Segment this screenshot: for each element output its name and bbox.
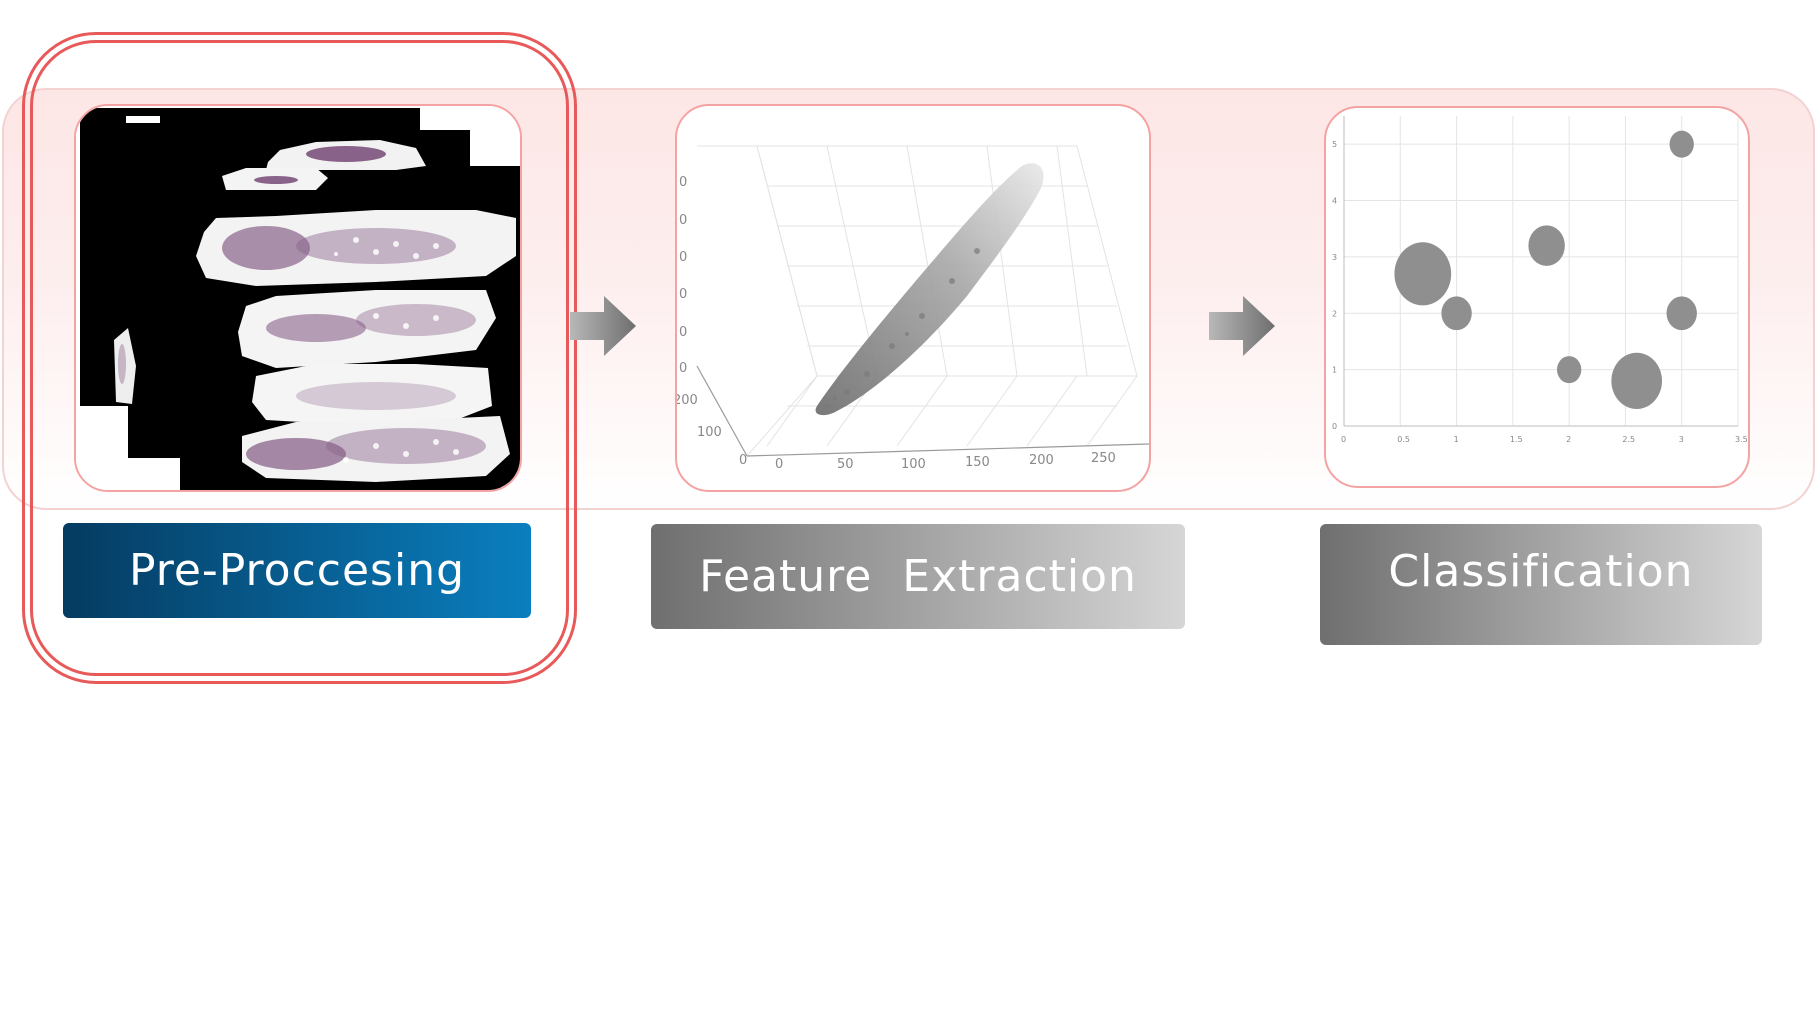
x-tick-label: 1.5 — [1510, 435, 1523, 444]
step-classification-label[interactable]: Classification — [1320, 524, 1762, 645]
x-tick-label: 2 — [1566, 435, 1571, 444]
feature-extraction-plot-panel: 0 50 100 150 200 250 0 100 200 0 0 0 0 0… — [675, 104, 1151, 492]
bubble-point — [1394, 242, 1452, 306]
arrow-right-icon — [1209, 296, 1275, 356]
bubble-point — [1666, 296, 1697, 331]
y-tick-label: 1 — [1332, 366, 1337, 375]
y-tick-label: 3 — [1332, 253, 1337, 262]
bubble-point — [1441, 296, 1472, 331]
y-tick-label: 0 — [1332, 422, 1337, 431]
z-tick: 0 — [679, 250, 687, 265]
arrow-right-icon — [570, 296, 636, 356]
point-cloud — [815, 163, 1044, 416]
step-preprocessing-label[interactable]: Pre-Proccesing — [63, 523, 531, 618]
classification-bubble-chart: 0 0.5 1 1.5 2 2.5 3 3.5 0 1 2 3 4 5 — [1332, 116, 1748, 444]
step-classification-text: Classification — [1388, 546, 1694, 597]
x-tick-label: 0 — [1341, 435, 1346, 444]
x-tick: 200 — [1029, 453, 1054, 468]
bubble-point — [1669, 130, 1694, 158]
x-tick-label: 0.5 — [1397, 435, 1410, 444]
x-tick: 100 — [901, 457, 926, 472]
y-tick-label: 5 — [1332, 140, 1337, 149]
x-tick: 150 — [965, 455, 990, 470]
bubble-point — [1528, 225, 1565, 266]
y-tick: 200 — [677, 393, 698, 408]
y-tick-label: 4 — [1332, 197, 1337, 206]
z-tick: 0 — [679, 213, 687, 228]
x-tick-label: 1 — [1454, 435, 1459, 444]
x-tick: 0 — [775, 457, 783, 472]
z-tick: 0 — [679, 175, 687, 190]
step-feature-extraction-label[interactable]: Feature Extraction — [651, 524, 1185, 629]
step-preprocessing-text: Pre-Proccesing — [128, 545, 466, 596]
bubble-point — [1556, 356, 1582, 384]
feature-3d-scatter: 0 50 100 150 200 250 0 100 200 0 0 0 0 0… — [677, 145, 1149, 472]
x-tick: 50 — [837, 457, 854, 472]
x-tick-label: 2.5 — [1622, 435, 1635, 444]
x-tick-label: 3.5 — [1735, 435, 1748, 444]
y-tick: 0 — [739, 453, 747, 468]
classification-plot-panel: 0 0.5 1 1.5 2 2.5 3 3.5 0 1 2 3 4 5 — [1324, 106, 1750, 488]
bubble-point — [1611, 352, 1663, 410]
x-tick-label: 3 — [1679, 435, 1684, 444]
step-feature-extraction-text: Feature Extraction — [699, 551, 1137, 602]
y-tick: 100 — [697, 425, 722, 440]
z-tick: 0 — [679, 361, 687, 376]
y-tick-label: 2 — [1332, 309, 1337, 318]
z-tick: 0 — [679, 325, 687, 340]
z-tick: 0 — [679, 287, 687, 302]
x-tick: 250 — [1091, 451, 1116, 466]
